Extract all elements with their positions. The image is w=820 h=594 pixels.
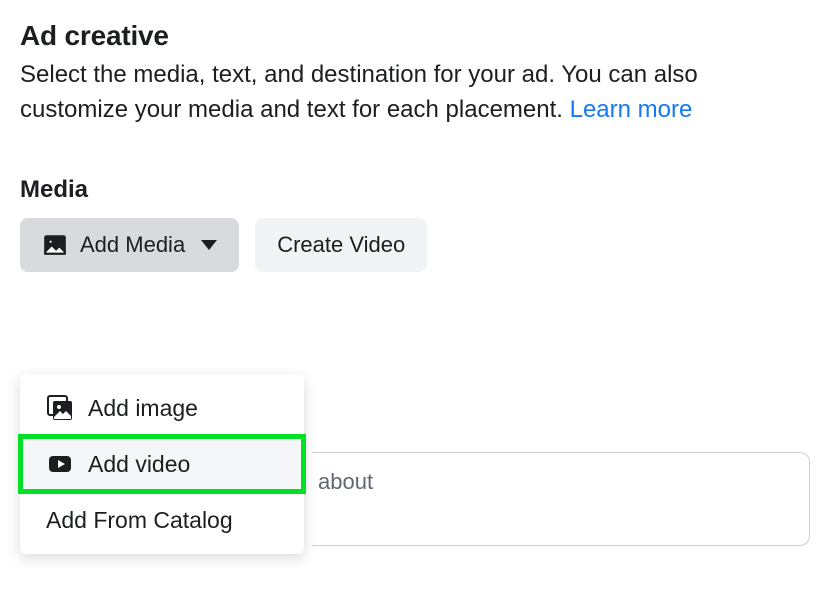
dropdown-item-add-image[interactable]: Add image	[20, 380, 304, 436]
text-input-area[interactable]: about	[312, 452, 810, 546]
text-input-placeholder-fragment: about	[318, 469, 373, 494]
image-icon	[42, 232, 68, 258]
dropdown-item-label: Add From Catalog	[46, 507, 233, 534]
add-media-dropdown: Add image Add video Add From Catalog	[20, 374, 304, 554]
dropdown-item-add-from-catalog[interactable]: Add From Catalog	[20, 492, 304, 548]
video-icon	[46, 450, 74, 478]
section-title: Ad creative	[20, 20, 800, 52]
learn-more-link[interactable]: Learn more	[570, 96, 693, 123]
dropdown-item-add-video[interactable]: Add video	[20, 436, 304, 492]
add-media-label: Add Media	[80, 232, 185, 258]
create-video-label: Create Video	[277, 232, 405, 258]
section-description: Select the media, text, and destination …	[20, 58, 800, 128]
add-media-button[interactable]: Add Media	[20, 218, 239, 272]
create-video-button[interactable]: Create Video	[255, 218, 427, 272]
media-subtitle: Media	[20, 176, 800, 204]
chevron-down-icon	[201, 240, 217, 250]
media-button-row: Add Media Create Video	[20, 218, 800, 272]
dropdown-item-label: Add image	[88, 395, 198, 422]
image-stack-icon	[46, 394, 74, 422]
dropdown-item-label: Add video	[88, 451, 190, 478]
